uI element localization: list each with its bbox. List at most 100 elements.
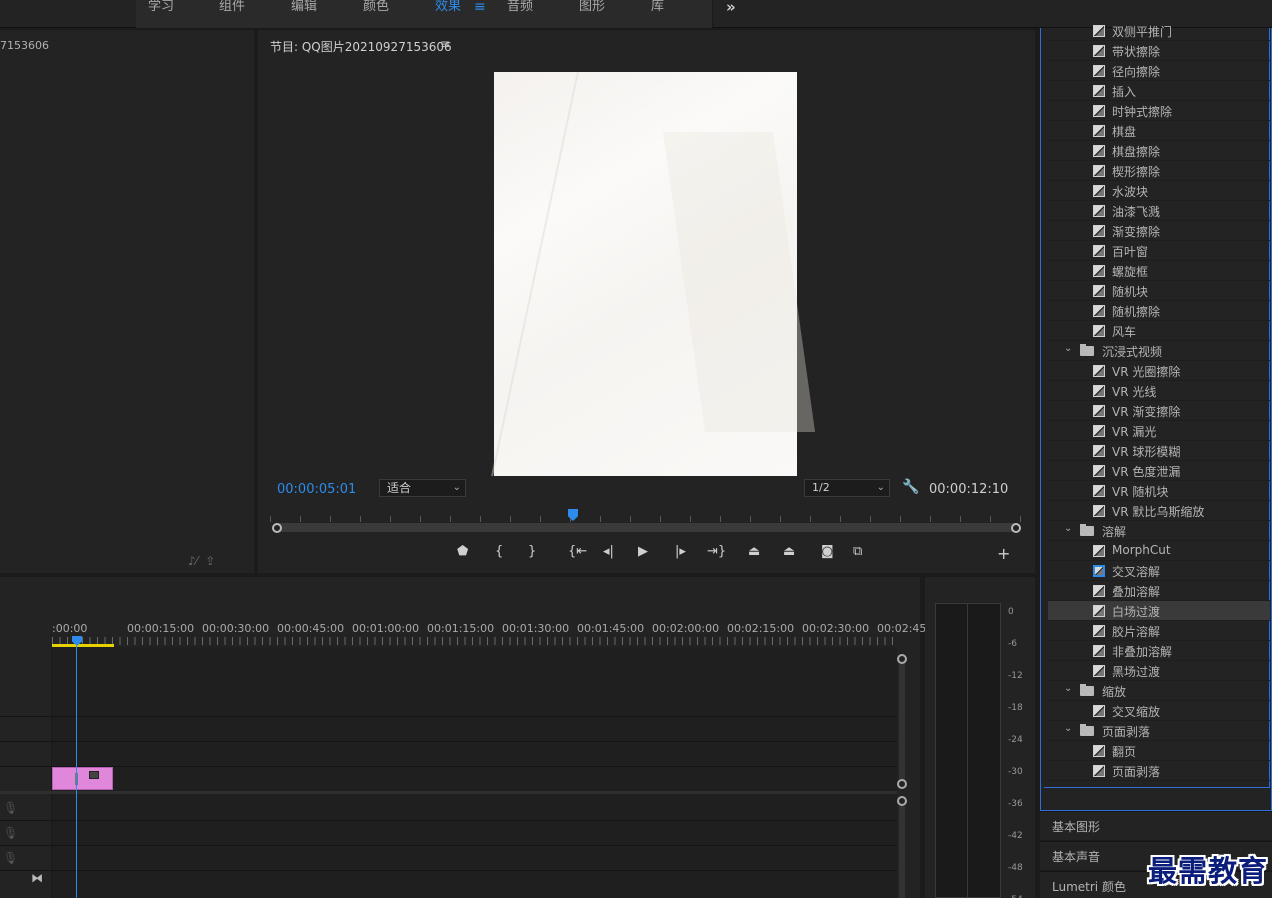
source-title: 7153606	[0, 39, 49, 52]
effect-item[interactable]: 带状擦除	[1048, 41, 1270, 61]
mark-in-icon[interactable]: {	[495, 544, 503, 559]
effect-item[interactable]: 页面剥落	[1048, 761, 1270, 781]
mic-icon[interactable]: 🎙	[3, 801, 18, 815]
comparison-view-icon[interactable]: ⧉	[853, 544, 862, 559]
tab-graphics[interactable]: 图形	[579, 0, 605, 16]
effect-label: 随机块	[1112, 285, 1149, 299]
effect-item[interactable]: 插入	[1048, 81, 1270, 101]
mic-icon[interactable]: 🎙	[3, 851, 18, 865]
tab-effects[interactable]: 效果	[435, 0, 461, 16]
step-forward-icon[interactable]: |▸	[675, 544, 686, 559]
effect-item[interactable]: 随机擦除	[1048, 301, 1270, 321]
effects-folder[interactable]: ⌄ 溶解	[1048, 521, 1270, 541]
effects-folder[interactable]: ⌄ 缩放	[1048, 681, 1270, 701]
effect-item[interactable]: 百叶窗	[1048, 241, 1270, 261]
effect-item[interactable]: 螺旋框	[1048, 261, 1270, 281]
zoom-fit-select[interactable]: 适合 ⌄	[379, 479, 466, 497]
effect-item[interactable]: VR 渐变擦除	[1048, 401, 1270, 421]
effect-label: MorphCut	[1112, 543, 1171, 557]
scrub-start-handle[interactable]	[272, 523, 282, 533]
effect-item[interactable]: 交叉溶解	[1048, 561, 1270, 581]
meter-label: -48	[1008, 863, 1023, 873]
meter-label: -6	[1008, 639, 1017, 649]
effect-label: VR 随机块	[1112, 485, 1169, 499]
vertical-scrollbar[interactable]	[899, 806, 905, 898]
ruler-ticks[interactable]	[52, 637, 897, 645]
effects-folder[interactable]: ⌄ 页面剥落	[1048, 721, 1270, 741]
extract-icon[interactable]: ⏏	[783, 544, 795, 559]
effect-item[interactable]: 双侧平推门	[1048, 21, 1270, 41]
chevron-down-icon[interactable]: ⌄	[1064, 683, 1072, 694]
effect-label: 棋盘	[1112, 125, 1137, 139]
scrub-end-handle[interactable]	[1011, 523, 1021, 533]
effect-item[interactable]: 翻页	[1048, 741, 1270, 761]
effect-item[interactable]: 棋盘擦除	[1048, 141, 1270, 161]
tab-libraries[interactable]: 库	[651, 0, 664, 16]
effect-item[interactable]: 油漆飞溅	[1048, 201, 1270, 221]
chevron-down-icon[interactable]: ⌄	[1064, 723, 1072, 734]
tab-audio[interactable]: 音频	[507, 0, 533, 16]
mark-out-icon[interactable]: }	[528, 544, 536, 559]
effect-item[interactable]: 水波块	[1048, 181, 1270, 201]
source-footer-icons[interactable]: ♪⁄ ⇪	[188, 554, 215, 568]
effect-item[interactable]: MorphCut	[1048, 541, 1270, 561]
effect-item[interactable]: VR 随机块	[1048, 481, 1270, 501]
effect-item[interactable]: 径向擦除	[1048, 61, 1270, 81]
video-clip[interactable]	[52, 767, 113, 790]
effect-item[interactable]: 交叉缩放	[1048, 701, 1270, 721]
scroll-handle-top[interactable]	[897, 796, 907, 806]
effect-item[interactable]: 非叠加溶解	[1048, 641, 1270, 661]
tab-editing[interactable]: 编辑	[291, 0, 317, 16]
play-icon[interactable]: ▶	[638, 544, 648, 559]
tab-learn[interactable]: 学习	[148, 0, 174, 16]
track-area[interactable]	[52, 647, 897, 898]
hamburger-icon[interactable]: ≡	[474, 0, 486, 14]
effect-label: VR 球形模糊	[1112, 445, 1181, 459]
mic-icon[interactable]: 🎙	[3, 826, 18, 840]
effect-item[interactable]: VR 光圈擦除	[1048, 361, 1270, 381]
double-chevron-right-icon[interactable]: »	[726, 0, 736, 15]
step-back-icon[interactable]: ◂|	[603, 544, 614, 559]
current-timecode[interactable]: 00:00:05:01	[277, 482, 356, 497]
scrub-bar[interactable]	[274, 523, 1018, 532]
effect-item[interactable]: 叠加溶解	[1048, 581, 1270, 601]
go-to-out-icon[interactable]: ⇥}	[707, 544, 726, 559]
bowtie-icon[interactable]: ⧓	[31, 871, 43, 885]
effect-item[interactable]: VR 漏光	[1048, 421, 1270, 441]
wrench-icon[interactable]: 🔧	[902, 479, 919, 495]
panel-menu-icon[interactable]: ≡	[440, 37, 450, 51]
tab-color[interactable]: 颜色	[363, 0, 389, 16]
effect-item[interactable]: 风车	[1048, 321, 1270, 341]
program-monitor-title[interactable]: 节目: QQ图片20210927153606	[270, 38, 452, 55]
scroll-handle-bottom[interactable]	[897, 779, 907, 789]
chevron-down-icon[interactable]: ⌄	[1064, 343, 1072, 354]
chevron-down-icon[interactable]: ⌄	[1064, 523, 1072, 534]
camera-icon[interactable]: ◙	[821, 544, 834, 559]
effect-item[interactable]: 白场过渡	[1048, 601, 1270, 621]
resolution-select[interactable]: 1/2 ⌄	[804, 479, 890, 497]
add-button-icon[interactable]: +	[997, 544, 1010, 563]
scrub-ruler[interactable]	[270, 512, 1022, 522]
section-essential-graphics[interactable]: 基本图形	[1040, 811, 1272, 840]
lift-icon[interactable]: ⏏	[748, 544, 760, 559]
ruler-label: :00:00	[52, 622, 88, 635]
effect-item[interactable]: 棋盘	[1048, 121, 1270, 141]
effects-folder[interactable]: ⌄ 沉浸式视频	[1048, 341, 1270, 361]
effect-item[interactable]: VR 光线	[1048, 381, 1270, 401]
effect-item[interactable]: 渐变擦除	[1048, 221, 1270, 241]
effect-item[interactable]: VR 色度泄漏	[1048, 461, 1270, 481]
transition-icon	[1093, 705, 1105, 717]
effect-item[interactable]: 时钟式擦除	[1048, 101, 1270, 121]
add-marker-icon[interactable]: ⬟	[457, 544, 468, 559]
effect-item[interactable]: 随机块	[1048, 281, 1270, 301]
tab-assembly[interactable]: 组件	[219, 0, 245, 16]
effect-item[interactable]: VR 球形模糊	[1048, 441, 1270, 461]
zoom-fit-value: 适合	[387, 481, 412, 495]
scroll-handle-top[interactable]	[897, 654, 907, 664]
effect-item[interactable]: 胶片溶解	[1048, 621, 1270, 641]
go-to-in-icon[interactable]: {⇤	[568, 544, 587, 559]
effect-item[interactable]: VR 默比乌斯缩放	[1048, 501, 1270, 521]
effect-item[interactable]: 黑场过渡	[1048, 661, 1270, 681]
vertical-scrollbar[interactable]	[899, 663, 905, 783]
effect-item[interactable]: 楔形擦除	[1048, 161, 1270, 181]
